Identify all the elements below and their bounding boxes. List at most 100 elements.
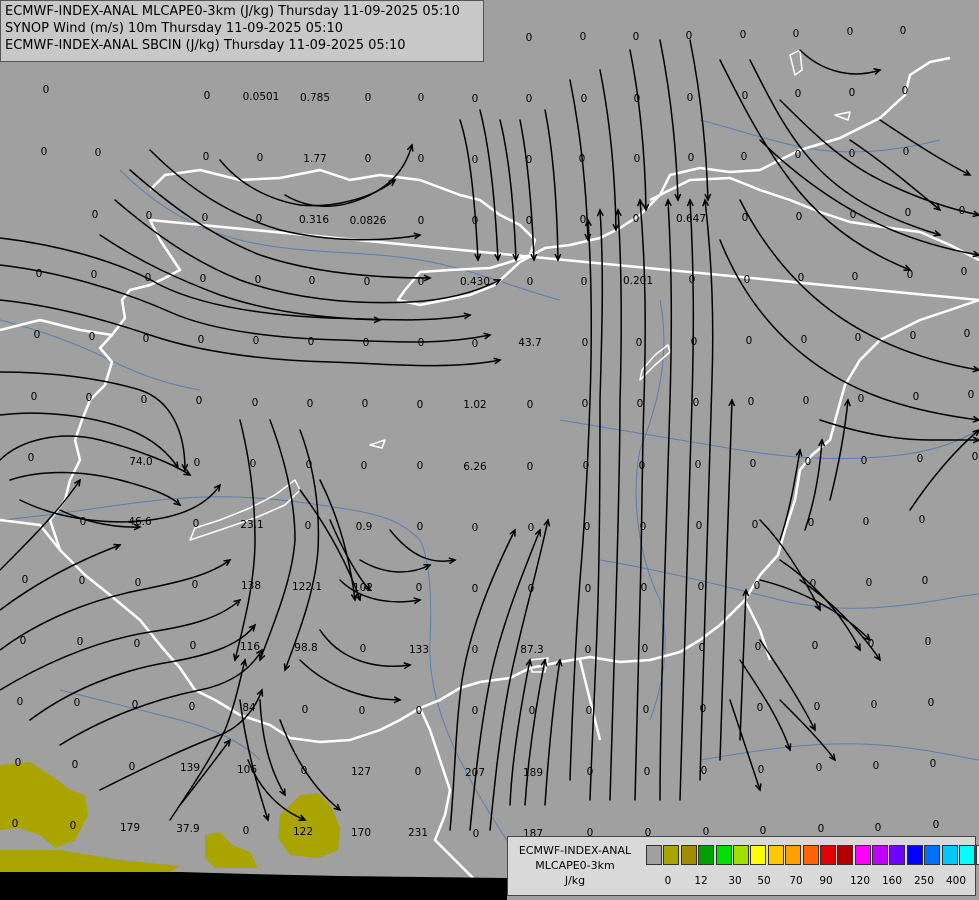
value-label: 0 bbox=[795, 149, 802, 161]
value-label: 0 bbox=[583, 460, 590, 472]
legend-parameter: MLCAPE0-3km bbox=[535, 859, 615, 872]
value-label: 0 bbox=[849, 87, 856, 99]
value-label: 0 bbox=[28, 452, 35, 464]
value-label: 0 bbox=[798, 272, 805, 284]
value-label: 0 bbox=[810, 578, 817, 590]
value-label: 0 bbox=[363, 337, 370, 349]
value-label: 0 bbox=[637, 398, 644, 410]
value-label: 0 bbox=[742, 90, 749, 102]
value-label: 0 bbox=[698, 581, 705, 593]
value-label: 0 bbox=[581, 93, 588, 105]
value-label: 1.02 bbox=[463, 399, 486, 411]
value-label: 0 bbox=[527, 399, 534, 411]
value-label: 0 bbox=[80, 516, 87, 528]
value-label: 0 bbox=[36, 268, 43, 280]
legend-swatch bbox=[698, 845, 715, 865]
value-label: 0 bbox=[640, 521, 647, 533]
value-label: 0 bbox=[903, 146, 910, 158]
legend-swatch bbox=[785, 845, 802, 865]
value-label: 0 bbox=[584, 521, 591, 533]
value-label: 179 bbox=[120, 822, 140, 834]
legend-tick-label: 12 bbox=[694, 875, 708, 887]
value-label: 0 bbox=[12, 818, 19, 830]
value-label: 0 bbox=[913, 391, 920, 403]
value-label: 0 bbox=[582, 398, 589, 410]
value-label: 0 bbox=[691, 336, 698, 348]
value-label: 0 bbox=[687, 92, 694, 104]
value-label: 0 bbox=[741, 151, 748, 163]
value-label: 0 bbox=[812, 640, 819, 652]
value-label: 0 bbox=[700, 703, 707, 715]
value-label: 0 bbox=[693, 397, 700, 409]
value-label: 189 bbox=[523, 767, 543, 779]
value-label: 0 bbox=[309, 275, 316, 287]
value-label: 98.8 bbox=[294, 642, 317, 654]
value-label: 0 bbox=[472, 644, 479, 656]
value-label: 0 bbox=[189, 701, 196, 713]
value-label: 0 bbox=[803, 395, 810, 407]
legend-tick-label: 0 bbox=[664, 875, 672, 887]
value-label: 0 bbox=[416, 582, 423, 594]
value-label: 0 bbox=[472, 154, 479, 166]
value-label: 0 bbox=[582, 337, 589, 349]
value-label: 0 bbox=[868, 638, 875, 650]
legend-swatch bbox=[802, 845, 819, 865]
value-label: 74.0 bbox=[129, 456, 152, 468]
value-label: 0 bbox=[750, 458, 757, 470]
value-label: 0 bbox=[129, 761, 136, 773]
value-label: 0 bbox=[964, 328, 971, 340]
title-box: ECMWF-INDEX-ANAL MLCAPE0-3km (J/kg) Thur… bbox=[0, 0, 484, 62]
value-label: 106 bbox=[237, 764, 257, 776]
value-label: 0 bbox=[200, 273, 207, 285]
legend-swatch bbox=[663, 845, 680, 865]
value-label: 0 bbox=[633, 31, 640, 43]
legend-ticks: 0 12 30 50 70 90 120 160 250 400 bbox=[646, 875, 976, 889]
value-label: 0 bbox=[855, 332, 862, 344]
value-label: 0 bbox=[968, 389, 975, 401]
value-label: 0 bbox=[361, 460, 368, 472]
legend-swatch bbox=[959, 845, 976, 865]
value-label: 0 bbox=[418, 153, 425, 165]
value-label: 0 bbox=[204, 90, 211, 102]
value-label: 37.9 bbox=[176, 823, 199, 835]
value-label: 0 bbox=[202, 212, 209, 224]
legend-swatches bbox=[646, 845, 979, 865]
legend-swatch bbox=[819, 845, 836, 865]
value-label: 0 bbox=[359, 705, 366, 717]
legend-tick-label: 400 bbox=[945, 875, 967, 887]
map-viewport[interactable]: 0 0 0.0501 0.785 0 0 0 0 0 0 0 0 0 0 0 0 0 0 0 0 0 0 0 0 0 0 0 0 0 1.… bbox=[0, 0, 979, 900]
value-label: 0 bbox=[748, 396, 755, 408]
value-label: 0 bbox=[961, 266, 968, 278]
value-label: 0 bbox=[905, 207, 912, 219]
value-label: 0 bbox=[472, 522, 479, 534]
value-label: 102 bbox=[353, 582, 373, 594]
value-label: 0 bbox=[871, 699, 878, 711]
value-label: 0 bbox=[526, 215, 533, 227]
value-label: 0 bbox=[740, 29, 747, 41]
value-label: 0 bbox=[900, 25, 907, 37]
value-label: 127 bbox=[351, 766, 371, 778]
value-label: 0 bbox=[586, 705, 593, 717]
legend: ECMWF-INDEX-ANAL MLCAPE0-3km J/kg 0 12 30 5… bbox=[507, 836, 979, 896]
title-line-wind: SYNOP Wind (m/s) 10m Thursday 11-09-2025… bbox=[5, 21, 344, 36]
value-label: 0 bbox=[527, 276, 534, 288]
value-label: 87.3 bbox=[520, 644, 543, 656]
value-label: 0 bbox=[255, 274, 262, 286]
value-label: 0 bbox=[847, 26, 854, 38]
value-label: 138 bbox=[241, 580, 261, 592]
value-label: 0 bbox=[526, 93, 533, 105]
map-canvas[interactable]: 0 0 0.0501 0.785 0 0 0 0 0 0 0 0 0 0 0 0 0 0 0 0 0 0 0 0 0 0 0 0 0 1.… bbox=[0, 0, 979, 900]
value-label: 0 bbox=[417, 399, 424, 411]
legend-swatch bbox=[889, 845, 906, 865]
value-label: 122.1 bbox=[292, 581, 322, 593]
value-label: 0 bbox=[306, 459, 313, 471]
value-label: 0.0501 bbox=[243, 91, 280, 103]
value-label: 0 bbox=[146, 210, 153, 222]
legend-tick-label: 50 bbox=[757, 875, 771, 887]
value-label: 0 bbox=[15, 757, 22, 769]
value-label: 0 bbox=[526, 154, 533, 166]
value-label: 0 bbox=[256, 213, 263, 225]
value-label: 0 bbox=[252, 397, 259, 409]
value-label: 0 bbox=[585, 644, 592, 656]
value-label: 0 bbox=[695, 459, 702, 471]
